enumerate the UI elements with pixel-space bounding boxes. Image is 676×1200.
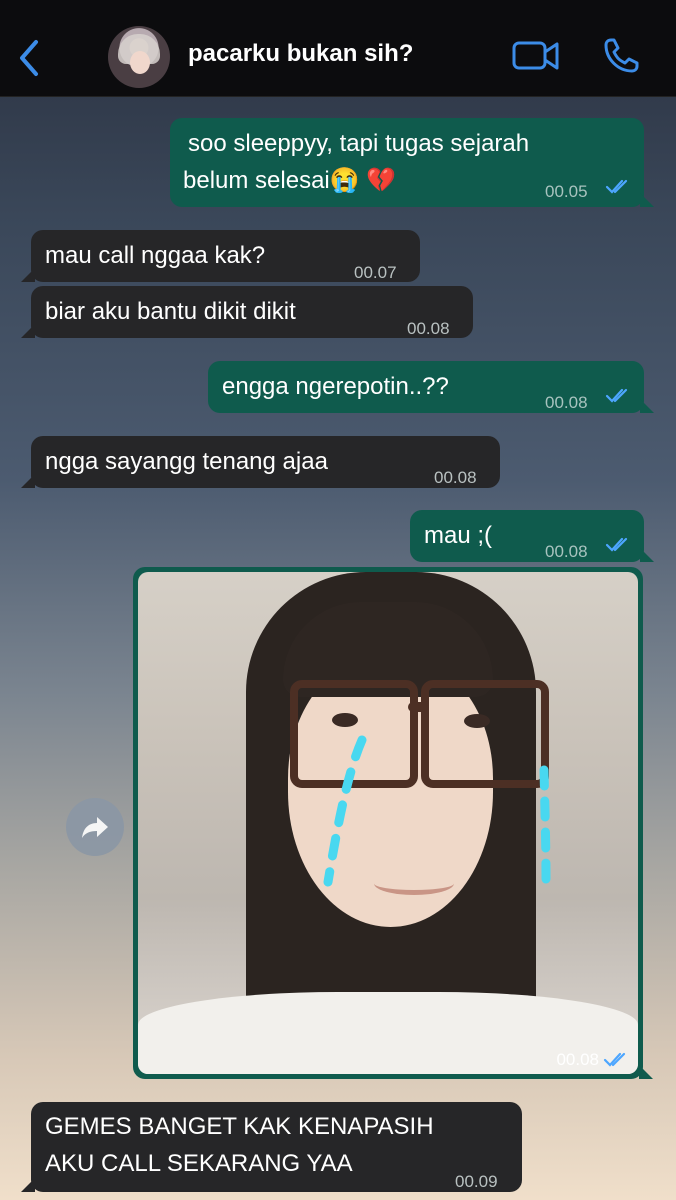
message-text: AKU CALL SEKARANG YAA — [45, 1150, 353, 1177]
forward-button[interactable] — [66, 798, 124, 856]
message-time: 00.05 — [545, 182, 588, 201]
message-text: mau call nggaa kak? — [45, 242, 266, 269]
avatar-face — [130, 51, 150, 74]
back-chevron-icon[interactable] — [16, 38, 42, 78]
message-incoming[interactable]: ngga sayangg tenang ajaa 00.08 — [21, 436, 500, 488]
tear-doodle-right — [539, 765, 551, 885]
message-text: GEMES BANGET KAK KENAPASIH — [45, 1113, 434, 1140]
message-time: 00.08 — [556, 1050, 599, 1069]
message-text: ngga sayangg tenang ajaa — [45, 448, 328, 475]
image-message[interactable]: 00.08 — [133, 567, 653, 1079]
double-check-icon — [603, 1052, 626, 1067]
message-time: 00.08 — [545, 393, 588, 412]
phone-icon[interactable] — [602, 37, 640, 75]
message-text: soo sleeppyy, tapi tugas sejarah — [188, 130, 530, 157]
message-incoming[interactable]: mau call nggaa kak? 00.07 — [21, 230, 420, 282]
chat-screen: pacarku bukan sih? soo sleeppyy, tapi tu… — [0, 0, 676, 1200]
tear-doodle-left — [323, 735, 367, 887]
photo-mouth — [374, 872, 454, 895]
message-incoming[interactable]: biar aku bantu dikit dikit 00.08 — [21, 286, 473, 338]
message-incoming[interactable]: GEMES BANGET KAK KENAPASIH AKU CALL SEKA… — [21, 1102, 522, 1192]
message-time: 00.08 — [407, 319, 450, 338]
double-check-icon — [605, 388, 628, 403]
message-outgoing[interactable]: soo sleeppyy, tapi tugas sejarah belum s… — [170, 118, 654, 207]
video-camera-icon[interactable] — [512, 38, 560, 74]
selfie-photo[interactable] — [138, 572, 638, 1074]
photo-glasses-bridge — [408, 702, 428, 712]
forward-arrow-icon — [82, 817, 108, 838]
message-text: biar aku bantu dikit dikit — [45, 298, 296, 325]
double-check-icon — [605, 537, 628, 552]
photo-eye-left — [332, 713, 358, 727]
message-time: 00.08 — [434, 468, 477, 487]
chat-header: pacarku bukan sih? — [0, 0, 676, 97]
contact-avatar[interactable] — [108, 26, 170, 88]
message-text: engga ngerepotin..?? — [222, 373, 449, 400]
message-text: belum selesai😭 💔 — [183, 167, 397, 194]
message-outgoing[interactable]: mau ;( 00.08 — [410, 510, 654, 562]
contact-name[interactable]: pacarku bukan sih? — [188, 40, 413, 68]
message-time: 00.08 — [545, 542, 588, 561]
message-time: 00.09 — [455, 1172, 498, 1191]
message-text: mau ;( — [424, 522, 493, 549]
photo-eye-right — [464, 714, 490, 728]
double-check-icon — [605, 179, 628, 194]
message-outgoing[interactable]: engga ngerepotin..?? 00.08 — [208, 361, 654, 413]
